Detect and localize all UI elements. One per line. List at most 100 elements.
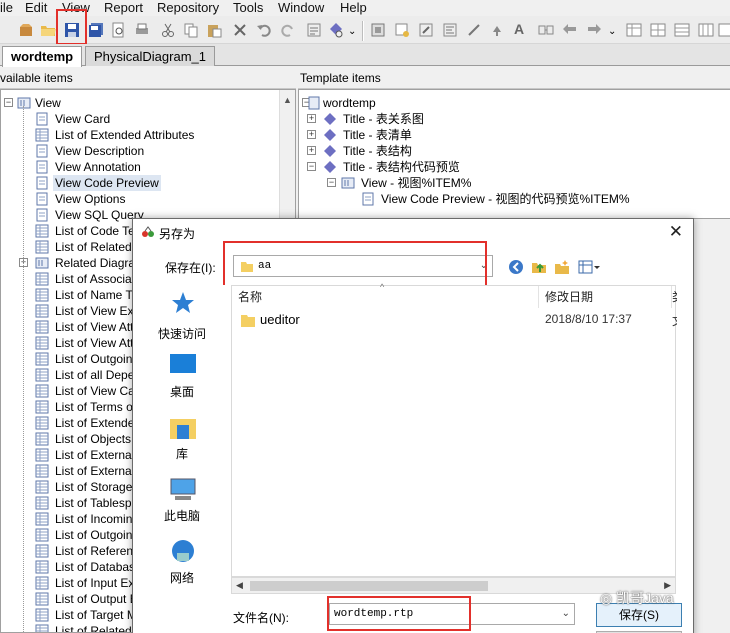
tree-item[interactable]: List of Extended Attributes — [1, 127, 276, 143]
grid-1-icon[interactable] — [626, 22, 642, 38]
open-folder-icon[interactable] — [40, 22, 56, 38]
menu-edit[interactable]: Edit — [25, 0, 47, 15]
template-leaf-label: View Code Preview - 视图的代码预览%ITEM% — [381, 192, 630, 206]
arrow-icon[interactable] — [490, 22, 506, 38]
expand-icon[interactable]: + — [307, 146, 316, 155]
collapse-icon[interactable]: − — [307, 162, 316, 171]
text-a-icon[interactable]: A — [514, 21, 530, 37]
up-folder-icon[interactable] — [531, 259, 547, 275]
menu-report[interactable]: Report — [104, 0, 143, 15]
selector-icon[interactable] — [370, 22, 386, 38]
available-items-label: vailable items — [0, 71, 73, 85]
tree-item[interactable]: View Annotation — [1, 159, 276, 175]
save-in-combo[interactable]: aa ⌄ — [233, 255, 493, 277]
menu-file[interactable]: ile — [0, 0, 13, 15]
template-title-item[interactable]: − Title - 表结构代码预览 — [299, 159, 719, 175]
template-view-node[interactable]: − View - 视图%ITEM% — [299, 175, 719, 191]
menu-help[interactable]: Help — [340, 0, 367, 15]
tree-root-view[interactable]: − View — [1, 95, 271, 111]
libraries[interactable]: 库 — [133, 415, 231, 467]
file-date: 2018/8/10 17:37 — [545, 312, 632, 326]
view-menu-icon[interactable] — [578, 259, 600, 275]
collapse-icon[interactable]: − — [4, 98, 13, 107]
tab-wordtemp[interactable]: wordtemp — [2, 46, 83, 67]
tree-item-label: List of all Depen — [55, 368, 142, 382]
tree-item-label: List of View Calc — [55, 384, 144, 398]
redo-icon[interactable] — [280, 22, 296, 38]
scroll-thumb[interactable] — [250, 581, 488, 591]
column-modified[interactable]: 修改日期 — [539, 286, 672, 308]
column-name-label: 名称 — [238, 290, 263, 304]
menu-repository[interactable]: Repository — [157, 0, 219, 15]
delete-icon[interactable] — [232, 22, 248, 38]
tree-item[interactable]: View Description — [1, 143, 276, 159]
print-icon[interactable] — [134, 22, 150, 38]
tab-physicaldiagram[interactable]: PhysicalDiagram_1 — [85, 46, 215, 66]
tree-item[interactable]: View Card — [1, 111, 276, 127]
align-icon[interactable] — [442, 22, 458, 38]
forward-icon[interactable] — [586, 22, 602, 38]
menu-view[interactable]: View — [62, 0, 90, 15]
this-pc[interactable]: 此电脑 — [133, 477, 231, 529]
chevron-down-icon[interactable]: ⌄ — [480, 260, 488, 271]
paint-icon[interactable] — [394, 22, 410, 38]
collapse-icon[interactable]: − — [327, 178, 336, 187]
template-title-item[interactable]: + Title - 表结构 — [299, 143, 719, 159]
template-leaf[interactable]: View Code Preview - 视图的代码预览%ITEM% — [299, 191, 719, 207]
toolbar-separator — [362, 21, 364, 41]
paste-icon[interactable] — [206, 22, 222, 38]
new-folder-icon[interactable] — [554, 259, 570, 275]
list-icon — [35, 224, 49, 238]
tree-item-label: View Annotation — [55, 160, 141, 174]
grid-5-icon[interactable] — [718, 22, 730, 38]
copy-icon[interactable] — [183, 22, 199, 38]
back-icon[interactable] — [562, 22, 578, 38]
column-name[interactable]: 名称 — [232, 286, 539, 308]
template-items-tree[interactable]: − wordtemp + Title - 表关系图 + Title - 表清单 + Tit… — [298, 89, 730, 219]
file-list[interactable]: ^ 名称 修改日期 类 ueditor 2018/8/10 17:37 文 — [231, 282, 677, 577]
desktop-icon — [169, 353, 197, 377]
expand-icon[interactable]: + — [307, 130, 316, 139]
save-all-icon[interactable] — [88, 22, 104, 38]
column-type[interactable]: 类 — [672, 286, 677, 308]
quick-access[interactable]: 快速访问 — [133, 291, 231, 343]
template-title-label: Title - 表清单 — [343, 128, 412, 142]
chevron-down-icon[interactable]: ⌄ — [562, 608, 570, 619]
menu-window[interactable]: Window — [278, 0, 324, 15]
edit-icon[interactable] — [418, 22, 434, 38]
scroll-left-icon[interactable]: ◀ — [236, 580, 243, 591]
menu-tools[interactable]: Tools — [233, 0, 263, 15]
document-icon — [307, 96, 321, 110]
template-items-label: Template items — [300, 71, 381, 85]
filename-input[interactable]: wordtemp.rtp ⌄ — [329, 603, 575, 625]
file-row[interactable]: ueditor 2018/8/10 17:37 文 — [232, 310, 677, 330]
available-items-header: vailable items — [0, 67, 296, 89]
save-icon[interactable] — [64, 22, 80, 38]
template-title-item[interactable]: + Title - 表关系图 — [299, 111, 719, 127]
grid-2-icon[interactable] — [650, 22, 666, 38]
link-icon[interactable] — [538, 22, 554, 38]
desktop[interactable]: 桌面 — [133, 353, 231, 405]
print-preview-icon[interactable] — [110, 22, 126, 38]
expand-icon[interactable]: + — [307, 114, 316, 123]
overflow-icon[interactable]: ⌄ — [608, 26, 624, 42]
tree-item[interactable]: View Code Preview — [1, 175, 276, 191]
template-view-label: View - 视图%ITEM% — [361, 176, 472, 190]
pencil-icon[interactable] — [466, 22, 482, 38]
check-model-icon[interactable] — [328, 22, 344, 38]
grid-4-icon[interactable] — [698, 22, 714, 38]
back-icon[interactable] — [508, 259, 524, 275]
close-button[interactable]: ✕ — [669, 223, 683, 241]
cut-icon[interactable] — [160, 22, 176, 38]
new-package-icon[interactable] — [18, 22, 34, 38]
list-icon — [35, 608, 49, 622]
network[interactable]: 网络 — [133, 539, 231, 591]
template-title-item[interactable]: + Title - 表清单 — [299, 127, 719, 143]
menu-bar: ile Edit View Report Repository Tools Wi… — [0, 0, 730, 16]
template-items-header: Template items — [298, 67, 730, 89]
undo-icon[interactable] — [256, 22, 272, 38]
tree-item[interactable]: View Options — [1, 191, 276, 207]
grid-3-icon[interactable] — [674, 22, 690, 38]
properties-icon[interactable] — [306, 22, 322, 38]
scroll-up-icon[interactable]: ▲ — [283, 95, 292, 105]
